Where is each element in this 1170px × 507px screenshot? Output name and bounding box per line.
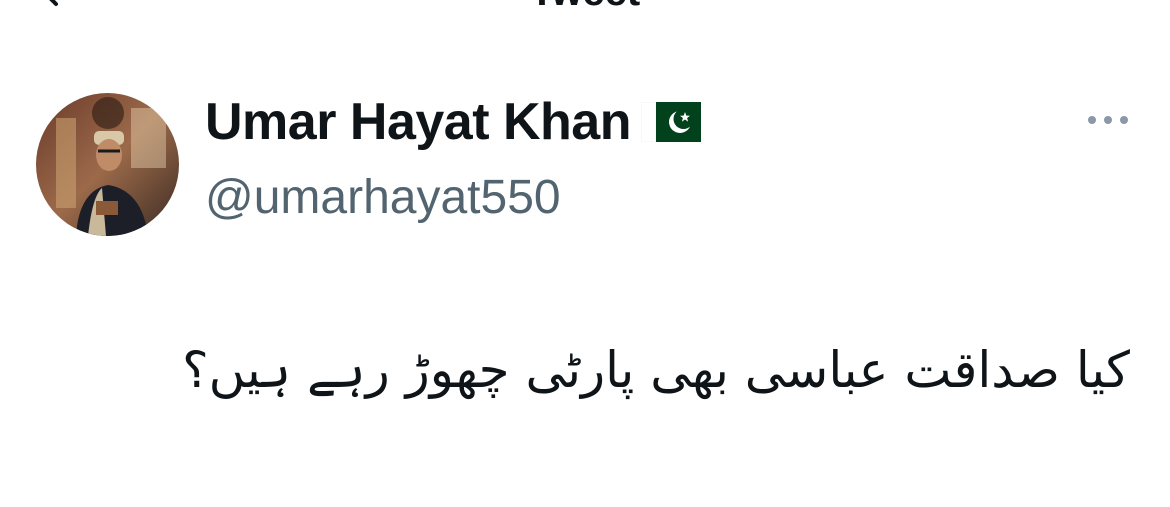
profile-photo xyxy=(36,93,179,236)
top-navigation-bar: Tweet xyxy=(0,0,1170,14)
pakistan-flag-icon xyxy=(640,102,701,142)
more-horizontal-icon xyxy=(1088,116,1128,124)
avatar[interactable] xyxy=(36,93,179,236)
screen-title: Tweet xyxy=(0,0,1170,14)
more-options-button[interactable] xyxy=(1083,108,1133,132)
author-display-name[interactable]: Umar Hayat Khan xyxy=(205,90,631,154)
author-handle[interactable]: @umarhayat550 xyxy=(205,168,561,228)
author-name-row: Umar Hayat Khan xyxy=(205,90,701,154)
tweet-text: کیا صداقت عباسی بھی پارٹی چھوڑ رہے ہیں؟ xyxy=(182,341,1130,399)
tweet-detail-screen: Tweet Umar Hayat Khan xyxy=(0,0,1170,507)
